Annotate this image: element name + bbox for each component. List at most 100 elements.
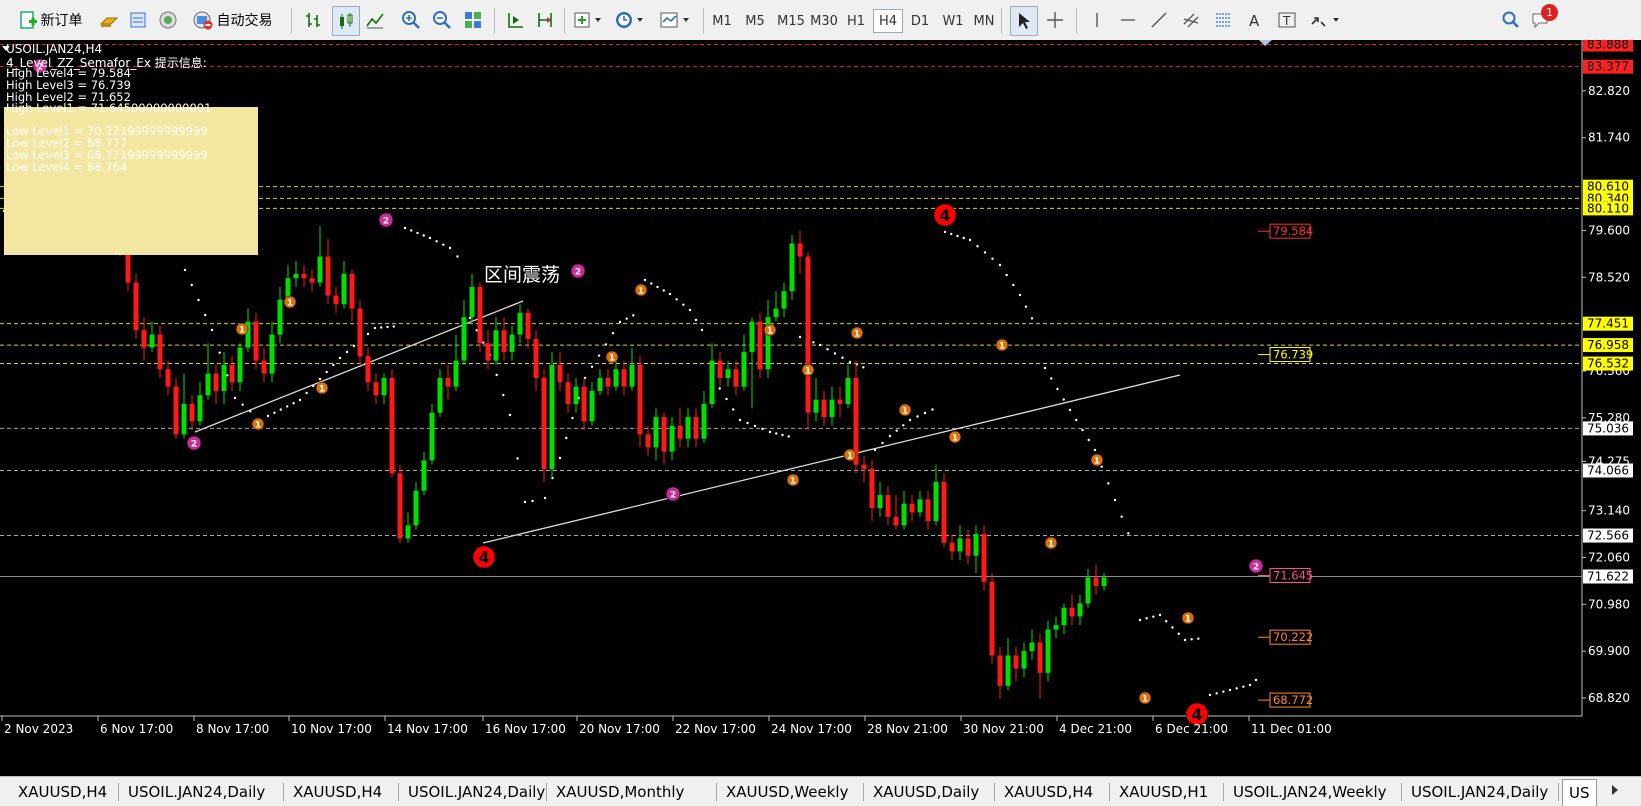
sar-dot	[902, 424, 905, 427]
sar-dot	[428, 236, 432, 240]
candle-body	[797, 243, 803, 257]
periodicity-dropdown-icon[interactable]	[612, 6, 648, 34]
text-label-icon[interactable]: T	[1274, 6, 1300, 34]
indicators-dropdown-icon[interactable]	[570, 6, 606, 34]
candle-body	[237, 347, 243, 383]
sar-dot	[916, 415, 919, 418]
chart-tab[interactable]: XAUUSD,Daily	[867, 781, 985, 803]
tab-separator	[863, 783, 864, 801]
semafor-level-digit: 1	[255, 421, 261, 431]
candle-body	[829, 399, 835, 417]
semafor-level-digit: 2	[1253, 563, 1259, 573]
new-order-button[interactable]: 新订单	[12, 6, 88, 34]
price-tick-label: 78.520	[1588, 270, 1630, 284]
timeframe-d1-button[interactable]: D1	[906, 10, 934, 32]
crosshair-icon[interactable]	[1042, 6, 1068, 34]
tab-separator	[398, 783, 399, 801]
sar-dot	[1152, 615, 1155, 618]
zoom-out-icon[interactable]	[429, 6, 455, 34]
sar-dot	[1215, 692, 1218, 695]
semafor-level-digit: 1	[239, 326, 245, 336]
sar-dot	[325, 370, 328, 374]
sar-dot	[718, 387, 721, 390]
auto-scroll-icon[interactable]	[502, 6, 528, 34]
candle-body	[845, 377, 851, 404]
chart-tab[interactable]: USOIL.JAN24,Weekly	[1227, 781, 1393, 803]
timeframe-mn-button[interactable]: MN	[970, 10, 998, 32]
market-watch-icon[interactable]	[125, 6, 151, 34]
chart-tab[interactable]: USOIL.JAN24,Daily	[1405, 781, 1554, 803]
tab-scroll-right-icon[interactable]	[1605, 780, 1625, 800]
chart-tab[interactable]: XAUUSD,Monthly	[550, 781, 690, 803]
timeframe-m1-button[interactable]: M1	[709, 10, 735, 32]
sar-dot	[1068, 408, 1072, 412]
price-badge-label: 76.958	[1587, 338, 1629, 352]
sar-dot	[862, 366, 865, 369]
sar-dot	[1190, 638, 1193, 641]
candle-body	[317, 256, 323, 283]
range-annotation[interactable]: 区间震荡	[484, 264, 560, 286]
chart-tab[interactable]: XAUUSD,H4	[12, 781, 113, 803]
candle-body	[389, 377, 395, 474]
sar-dot	[738, 418, 742, 422]
chart-tab[interactable]: XAUUSD,H4	[998, 781, 1099, 803]
bar-chart-icon[interactable]	[301, 6, 327, 34]
sar-dot	[1113, 498, 1117, 502]
chart-tab[interactable]: XAUUSD,Weekly	[720, 781, 854, 803]
channel-icon[interactable]	[1178, 6, 1204, 34]
auto-trading-button[interactable]: 自动交易	[186, 6, 278, 34]
timeframe-h4-button[interactable]: H4	[873, 9, 903, 33]
sar-dot	[1222, 690, 1225, 693]
semafor-level-digit: 4	[478, 548, 489, 567]
gold-bars-icon[interactable]	[96, 6, 122, 34]
indicator-info-lines: High Level4 = 79.584 High Level3 = 76.739…	[6, 67, 211, 173]
trendline-icon[interactable]	[1146, 6, 1172, 34]
timeframe-w1-button[interactable]: W1	[939, 10, 967, 32]
line-chart-icon[interactable]	[362, 6, 388, 34]
timeframe-m30-button[interactable]: M30	[808, 10, 840, 32]
notifications-button[interactable]: 1	[1528, 4, 1560, 34]
sar-dot	[881, 441, 884, 445]
candle-body	[933, 482, 939, 522]
chart-shift-marker[interactable]	[1259, 40, 1272, 46]
chart-shift-icon[interactable]	[532, 6, 558, 34]
templates-dropdown-icon[interactable]	[656, 6, 694, 34]
chart-tab[interactable]: USOIL.JAN24,Daily	[122, 781, 271, 803]
tile-windows-icon[interactable]	[460, 6, 486, 34]
chart-tab[interactable]: XAUUSD,H1	[1113, 781, 1214, 803]
price-chart[interactable]: 21111112242112111111411111124 83.90082.8…	[0, 40, 1641, 776]
candle-body	[741, 351, 747, 387]
cursor-icon[interactable]	[1010, 6, 1038, 36]
chart-tab[interactable]: US	[1562, 779, 1597, 806]
sar-dot	[1235, 687, 1238, 690]
text-icon[interactable]: A	[1242, 6, 1268, 34]
candle-body	[821, 399, 827, 417]
signals-icon[interactable]	[155, 6, 181, 34]
zoom-in-icon[interactable]	[398, 6, 424, 34]
price-tick-label: 69.900	[1588, 644, 1630, 658]
vertical-line-icon[interactable]	[1084, 6, 1110, 34]
search-icon[interactable]	[1498, 6, 1524, 34]
time-tick-label: 8 Nov 17:00	[196, 722, 269, 736]
timeframe-h1-button[interactable]: H1	[843, 10, 869, 32]
time-tick-label: 2 Nov 2023	[4, 722, 73, 736]
sar-dot	[210, 328, 214, 332]
horizontal-line-icon[interactable]	[1115, 6, 1141, 34]
timeframe-m5-button[interactable]: M5	[741, 10, 769, 32]
fibonacci-icon[interactable]	[1210, 6, 1236, 34]
candle-body	[341, 273, 347, 305]
candle-body	[669, 425, 675, 452]
candlestick-chart-icon[interactable]	[332, 6, 360, 36]
toolbar-separator	[494, 8, 495, 34]
semafor-level-digit: 1	[767, 327, 773, 337]
chart-tab[interactable]: USOIL.JAN24,Daily	[402, 781, 551, 803]
chart-tabs-bar: XAUUSD,H4 USOIL.JAN24,Daily XAUUSD,H4 USOIL…	[0, 776, 1641, 806]
arrows-dropdown-icon[interactable]	[1306, 6, 1344, 34]
sar-dot	[456, 255, 459, 258]
chart-tab[interactable]: XAUUSD,H4	[287, 781, 388, 803]
sar-dot	[1208, 693, 1212, 697]
sar-dot	[1030, 317, 1034, 320]
sar-dot	[422, 234, 425, 237]
candle-body	[773, 308, 779, 318]
timeframe-m15-button[interactable]: M15	[775, 10, 807, 32]
